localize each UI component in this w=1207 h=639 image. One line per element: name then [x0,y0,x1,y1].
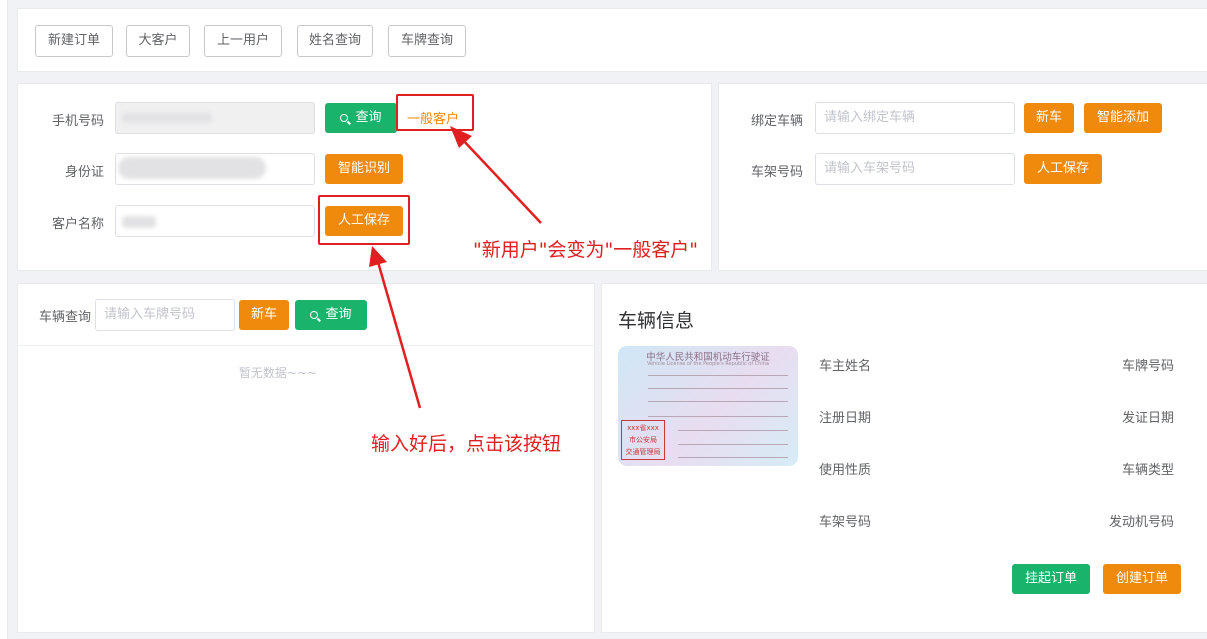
customer-name-field[interactable] [115,205,315,237]
prev-user-button[interactable]: 上一用户 [204,25,282,57]
license-line [648,401,788,402]
seal-line: xxx省xxx [627,424,659,432]
phone-query-button[interactable]: 查询 [325,103,397,133]
id-label: 身份证 [64,165,104,180]
vehicle-search-input[interactable]: 请输入车牌号码 [95,299,235,331]
new-order-button[interactable]: 新建订单 [35,25,113,57]
smart-add-button[interactable]: 智能添加 [1084,103,1162,133]
left-edge-strip [0,0,8,639]
plate-query-button[interactable]: 车牌查询 [388,25,466,57]
vehicle-info-title: 车辆信息 [618,310,695,332]
license-seal: xxx省xxx 市公安局 交通管理局 [621,420,665,460]
name-value-redacted [122,216,156,228]
toolbar-panel: 新建订单 大客户 上一用户 姓名查询 车牌查询 [17,8,1207,72]
register-date-label: 注册日期 [819,411,872,426]
bind-vehicle-input[interactable]: 请输入绑定车辆 [815,102,1015,134]
click-note: 输入好后，点击该按钮 [371,433,562,455]
bind-vehicle-label: 绑定车辆 [750,114,803,129]
divider [18,345,594,346]
issue-date-label: 发证日期 [1121,411,1174,426]
license-line [648,375,788,376]
search-icon [310,311,319,319]
hang-order-button[interactable]: 挂起订单 [1012,564,1090,594]
use-nature-label: 使用性质 [819,463,872,478]
vehicle-type-label: 车辆类型 [1121,463,1174,478]
bind-manual-save-button[interactable]: 人工保存 [1024,154,1102,184]
license-card-image: 中华人民共和国机动车行驶证 Vehicle License of the Peo… [618,346,798,466]
query-label: 查询 [355,110,382,125]
license-line [678,430,788,431]
plate-number-label: 车牌号码 [1121,359,1174,374]
vehicle-search-panel: 车辆查询 请输入车牌号码 新车 查询 暂无数据~~~ [17,283,595,633]
seal-line: 市公安局 [629,436,657,444]
phone-field[interactable] [115,102,315,134]
name-label: 客户名称 [51,217,104,232]
phone-label: 手机号码 [51,114,104,129]
frame-number-label: 车架号码 [750,165,803,180]
search-icon [340,114,349,122]
smart-recognize-button[interactable]: 智能识别 [325,154,403,184]
type-change-note: "新用户"会变为"一般客户" [473,239,698,261]
vehicle-info-panel: 车辆信息 中华人民共和国机动车行驶证 Vehicle License of th… [601,283,1207,633]
engine-number-label: 发动机号码 [1108,515,1174,530]
name-query-button[interactable]: 姓名查询 [297,25,373,57]
vehicle-bind-panel: 绑定车辆 请输入绑定车辆 新车 智能添加 车架号码 请输入车架号码 人工保存 [718,83,1207,271]
license-title-en: Vehicle License of the People's Republic… [647,361,769,367]
vehicle-search-label: 车辆查询 [38,310,91,325]
big-customer-button[interactable]: 大客户 [126,25,190,57]
customer-type-highlight [396,94,474,131]
id-field[interactable] [115,153,315,185]
query-label: 查询 [325,307,352,322]
license-line [648,416,788,417]
phone-value-redacted [122,113,212,123]
search-new-car-button[interactable]: 新车 [239,300,289,330]
frame-number-info-label: 车架号码 [819,515,872,530]
owner-name-label: 车主姓名 [819,359,872,374]
license-line [678,457,788,458]
vehicle-query-button[interactable]: 查询 [295,300,367,330]
manual-save-highlight [318,195,410,245]
new-car-button[interactable]: 新车 [1024,103,1074,133]
license-line [648,388,788,389]
license-line [678,444,788,445]
empty-text: 暂无数据~~~ [238,366,318,380]
frame-number-input[interactable]: 请输入车架号码 [815,153,1015,185]
create-order-button[interactable]: 创建订单 [1103,564,1181,594]
id-value-redacted [118,157,266,179]
seal-line: 交通管理局 [625,448,661,456]
